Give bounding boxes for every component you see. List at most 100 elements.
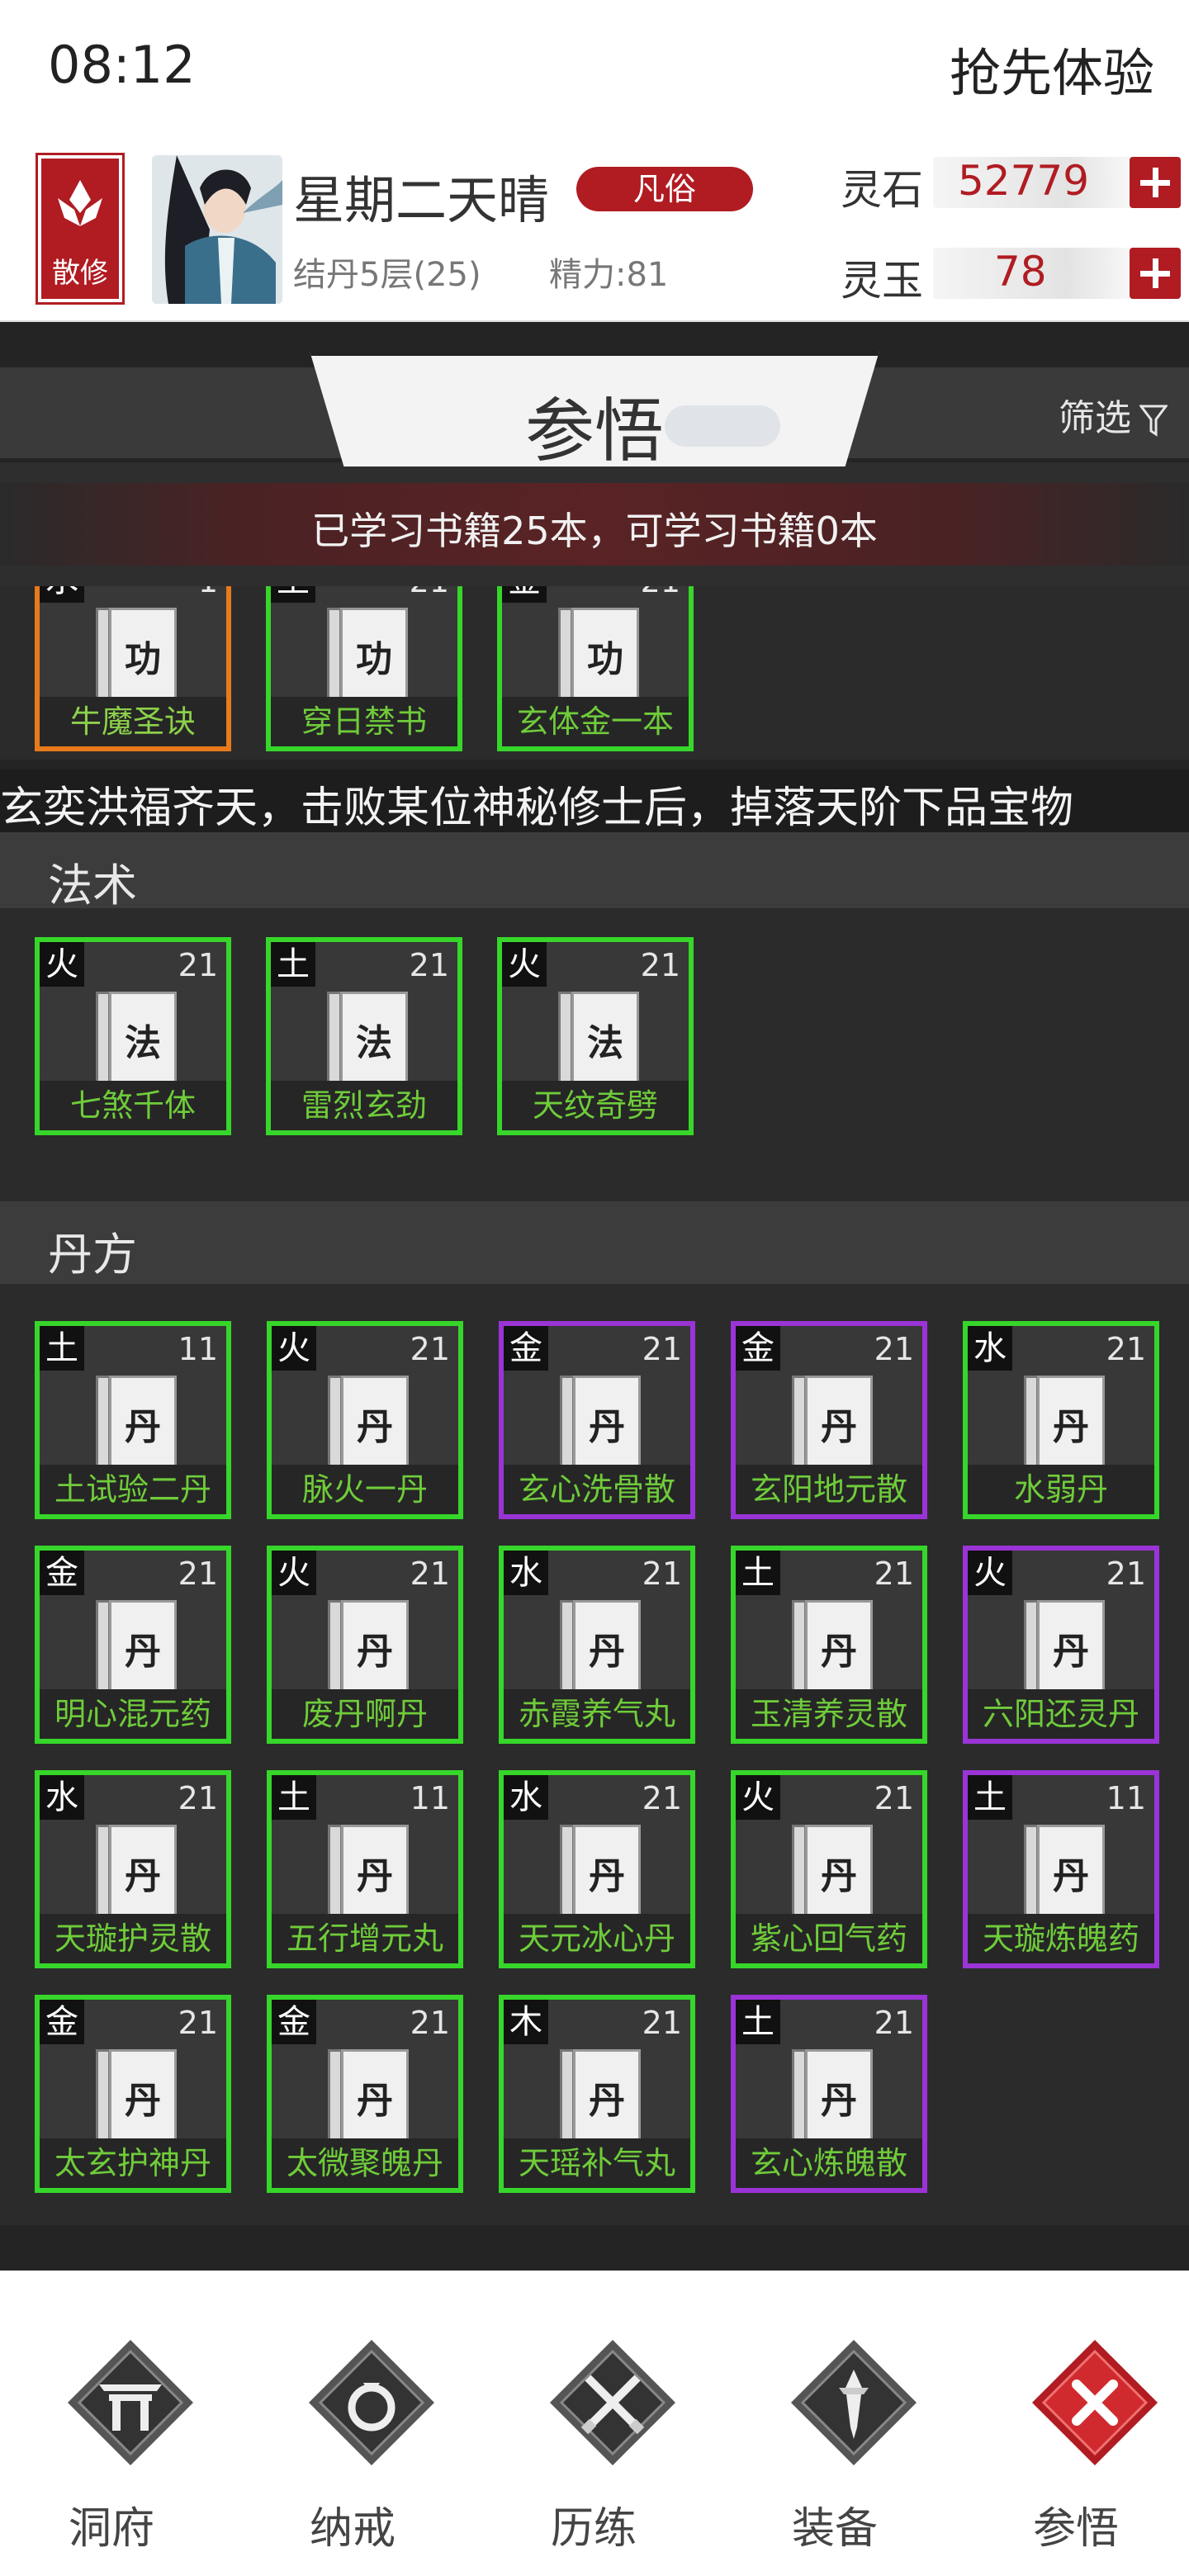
add-spirit-stone-button[interactable] [1130,157,1181,208]
character-portrait-icon [152,155,282,304]
book-name: 天元冰心丹 [504,1914,690,1963]
book-name: 玄体金一本 [502,697,689,746]
nav-comprehension[interactable]: 参悟 [981,2320,1171,2554]
book-name: 天纹奇劈 [502,1081,689,1130]
book-name: 水弱丹 [968,1465,1154,1514]
element-badge: 金 [40,1551,84,1595]
filter-button[interactable]: 筛选 [1059,388,1168,441]
book-card[interactable]: 水 21 丹天璇护灵散 [35,1770,231,1968]
book-card[interactable]: 火 21 法 七煞千体 [35,937,231,1135]
book-count: 21 [641,586,680,599]
book-icon: 丹 [328,2049,410,2145]
book-card[interactable]: 土 11 丹五行增元丸 [267,1770,463,1968]
book-card[interactable]: 水 1 功 牛魔圣诀 [35,586,231,751]
book-count: 21 [642,1331,682,1367]
ring-icon [309,2340,434,2465]
book-card[interactable]: 土 21 丹玉清养灵散 [731,1546,927,1744]
book-card[interactable]: 金 21 丹明心混元药 [35,1546,231,1744]
book-card[interactable]: 土 11 丹土试验二丹 [35,1321,231,1519]
book-count: 1 [198,586,218,599]
books-scroll-area[interactable]: 水 1 功 牛魔圣诀 土 21 功 穿日禁书 金 21 功 玄体金一本 法术 玄… [0,586,1189,2271]
nav-label: 参悟 [1032,2504,1119,2554]
book-card[interactable]: 金 21 功 玄体金一本 [497,586,694,751]
book-name: 太微聚魄丹 [272,2138,458,2188]
book-card[interactable]: 土 21 法 雷烈玄劲 [266,937,462,1135]
book-card[interactable]: 金 21 丹玄阳地元散 [731,1321,927,1519]
book-count: 21 [178,1780,218,1816]
book-name: 天璇护灵散 [40,1914,226,1963]
element-badge: 火 [40,942,84,987]
book-count: 11 [1106,1780,1146,1816]
book-count: 21 [874,1556,914,1592]
add-spirit-jade-button[interactable] [1130,248,1181,299]
book-count: 21 [874,1780,914,1816]
book-card[interactable]: 火 21 丹脉火一丹 [267,1321,463,1519]
book-name: 土试验二丹 [40,1465,226,1514]
book-card[interactable]: 火 21 丹废丹啊丹 [267,1546,463,1744]
filter-label: 筛选 [1059,397,1131,439]
book-card[interactable]: 土 21 丹玄心炼魄散 [731,1995,927,2193]
book-count: 21 [874,1331,914,1367]
book-name: 天瑶补气丸 [504,2138,690,2188]
avatar[interactable] [152,155,282,304]
book-count: 21 [1106,1556,1146,1592]
book-icon: 丹 [1024,1825,1106,1920]
book-name: 赤霞养气丸 [504,1689,690,1739]
sect-badge[interactable]: 散修 [36,153,125,305]
book-name: 牛魔圣诀 [40,697,226,746]
book-name: 废丹啊丹 [272,1689,458,1739]
book-icon: 丹 [792,1600,874,1696]
book-card[interactable]: 火 21 丹六阳还灵丹 [963,1546,1159,1744]
nav-label: 历练 [550,2504,637,2554]
book-name: 天璇炼魄药 [968,1914,1154,1963]
book-card[interactable]: 金 21 丹太玄护神丹 [35,1995,231,2193]
list-end-spacer [0,2225,1189,2271]
book-card[interactable]: 水 21 丹赤霞养气丸 [499,1546,695,1744]
nav-cave[interactable]: 洞府 [17,2320,206,2554]
element-badge: 木 [504,2000,548,2044]
book-card[interactable]: 金 21 丹太微聚魄丹 [267,1995,463,2193]
book-count: 21 [642,1556,682,1592]
book-card[interactable]: 土 11 丹天璇炼魄药 [963,1770,1159,1968]
element-badge: 土 [272,1775,316,1820]
book-count: 21 [642,1780,682,1816]
book-count: 21 [410,586,449,599]
book-name: 玄心洗骨散 [504,1465,690,1514]
element-badge: 金 [736,1326,780,1371]
book-card[interactable]: 金 21 丹玄心洗骨散 [499,1321,695,1519]
book-icon: 法 [96,992,178,1087]
book-icon: 丹 [560,2049,642,2145]
book-card[interactable]: 水 21 丹水弱丹 [963,1321,1159,1519]
book-icon: 丹 [560,1825,642,1920]
book-card[interactable]: 火 21 法 天纹奇劈 [497,937,694,1135]
dagger-icon [791,2340,917,2465]
element-badge: 土 [736,1551,780,1595]
learned-books-bar: 已学习书籍25本，可学习书籍0本 [0,483,1189,566]
book-card[interactable]: 木 21 丹天瑶补气丸 [499,1995,695,2193]
book-card[interactable]: 水 21 丹天元冰心丹 [499,1770,695,1968]
early-access-link[interactable]: 抢先体验 [950,31,1154,106]
element-badge: 火 [968,1551,1012,1595]
element-badge: 火 [272,1326,316,1371]
title-tab: 参悟 [310,351,879,466]
book-name: 玄心炼魄散 [736,2138,922,2188]
page-title: 参悟 [524,391,664,471]
book-icon: 功 [96,608,178,703]
nav-ring[interactable]: 纳戒 [258,2320,448,2554]
book-icon: 法 [327,992,410,1087]
profile-header: 散修 星期二天晴 凡俗 结丹5层(25) 精力:81 灵石 52779 灵玉 7… [0,132,1189,322]
book-icon: 丹 [96,1600,178,1696]
element-badge: 水 [968,1326,1012,1371]
crossed-swords-icon [550,2340,675,2465]
nav-equipment[interactable]: 装备 [740,2320,930,2554]
nav-training[interactable]: 历练 [499,2320,689,2554]
book-count: 11 [178,1331,218,1367]
book-icon: 功 [558,608,641,703]
book-icon: 丹 [328,1376,410,1471]
spirit-jade-label: 灵玉 [841,257,923,305]
book-count: 21 [874,2005,914,2041]
book-card[interactable]: 土 21 功 穿日禁书 [266,586,462,751]
book-card[interactable]: 火 21 丹紫心回气药 [731,1770,927,1968]
learned-books-text: 已学习书籍25本，可学习书籍0本 [311,509,878,553]
book-name: 穿日禁书 [271,697,457,746]
